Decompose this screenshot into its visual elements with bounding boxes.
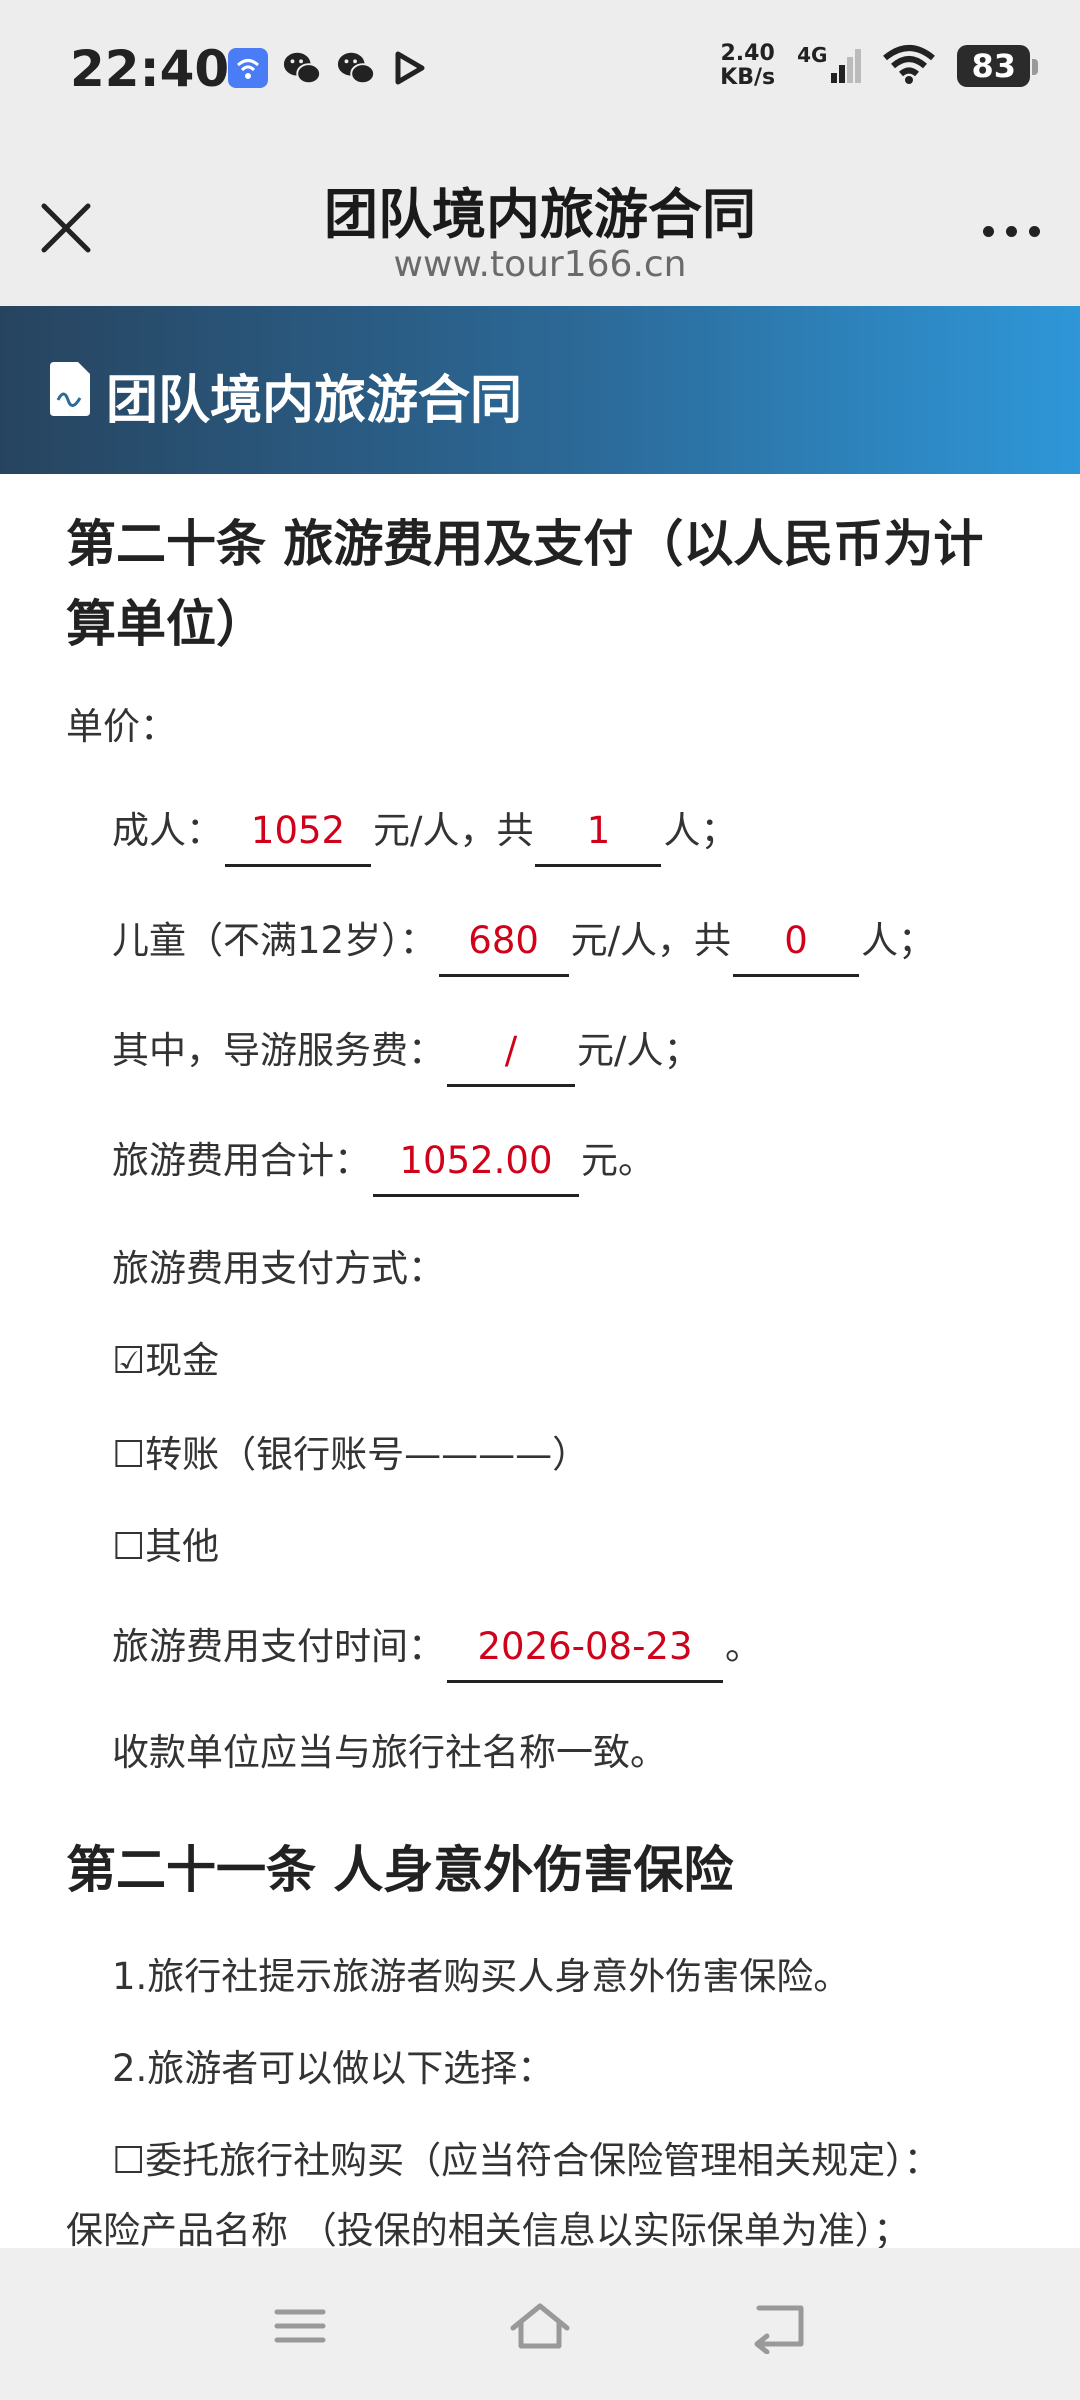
adult-count-field: 1 — [535, 809, 662, 867]
option-cash: ☑现金 — [112, 1339, 220, 1382]
status-bar: 22:40 2.40 KB/s 4G 83 — [0, 0, 1080, 140]
status-time: 22:40 — [70, 40, 230, 98]
wechat-icon — [282, 48, 322, 88]
unit-price-label: 单价： — [66, 705, 177, 748]
more-icon[interactable] — [983, 226, 1040, 237]
menu-icon[interactable] — [265, 2298, 335, 2354]
signal-icon: 4G — [797, 43, 862, 83]
insurance-item-3: ☐委托旅行社购买（应当符合保险管理相关规定）： — [112, 2139, 941, 2182]
total-field: 1052.00 — [373, 1139, 579, 1197]
home-icon[interactable] — [505, 2298, 575, 2354]
payment-time-line: 旅游费用支付时间： 2026-08-23。 — [112, 1616, 762, 1683]
document-banner: 团队境内旅游合同 — [0, 306, 1080, 474]
system-nav-bar — [0, 2248, 1080, 2400]
child-price-line: 儿童（不满12岁）： 680 元/人，共 0 人； — [112, 910, 935, 977]
back-icon[interactable] — [745, 2298, 815, 2355]
adult-price-field: 1052 — [225, 809, 371, 867]
guide-fee-line: 其中，导游服务费： / 元/人； — [112, 1020, 700, 1087]
insurance-item-3-cont: 保险产品名称 （投保的相关信息以实际保单为准）； — [66, 2209, 911, 2248]
status-notification-icons — [228, 48, 430, 88]
payment-time-field: 2026-08-23 — [447, 1625, 723, 1683]
article-20-title: 第二十条 旅游费用及支付（以人民币为计算单位） — [66, 515, 984, 653]
document-icon — [50, 362, 90, 416]
article-21-title: 第二十一条 人身意外伤害保险 — [66, 1841, 734, 1899]
battery-indicator: 83 — [957, 45, 1038, 87]
network-speed: 2.40 KB/s — [720, 41, 776, 90]
payment-method-label: 旅游费用支付方式： — [112, 1247, 445, 1290]
page-title: 团队境内旅游合同 — [324, 183, 756, 246]
banner-title: 团队境内旅游合同 — [106, 371, 523, 431]
contract-content: 第二十条 旅游费用及支付（以人民币为计算单位） 单价： 成人： 1052 元/人，共… — [0, 474, 1080, 2248]
insurance-item-2: 2.旅游者可以做以下选择： — [112, 2047, 555, 2090]
play-icon — [390, 48, 430, 88]
status-right: 2.40 KB/s 4G 83 — [720, 41, 1038, 90]
page-url: www.tour166.cn — [393, 244, 687, 285]
wifi-icon — [883, 44, 936, 88]
option-other: ☐其他 — [112, 1525, 220, 1568]
option-transfer: ☐转账（银行账号————） — [112, 1433, 590, 1476]
adult-price-line: 成人： 1052 元/人，共 1 人； — [112, 800, 737, 867]
child-price-field: 680 — [438, 919, 569, 977]
insurance-item-1: 1.旅行社提示旅游者购买人身意外伤害保险。 — [112, 1955, 851, 1998]
app-header: 团队境内旅游合同 www.tour166.cn — [0, 140, 1080, 306]
wifi-app-icon — [228, 48, 268, 88]
wechat-icon — [336, 48, 376, 88]
total-line: 旅游费用合计： 1052.00 元。 — [112, 1130, 655, 1197]
payee-note: 收款单位应当与旅行社名称一致。 — [112, 1731, 667, 1774]
guide-fee-field: / — [447, 1029, 575, 1087]
child-count-field: 0 — [733, 919, 860, 977]
